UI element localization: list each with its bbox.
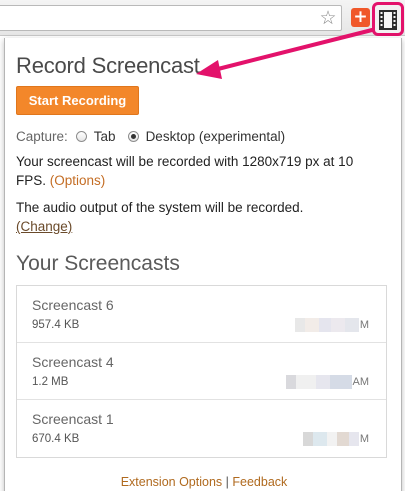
- footer-separator: |: [222, 475, 233, 489]
- capture-desktop-label[interactable]: Desktop (experimental): [146, 129, 286, 144]
- screencast-size: 957.4 KB: [32, 319, 80, 331]
- blur-block: [329, 375, 352, 389]
- audio-text: The audio output of the system will be r…: [16, 200, 304, 215]
- feedback-link[interactable]: Feedback: [232, 475, 287, 489]
- resolution-info: Your screencast will be recorded with 12…: [16, 152, 366, 190]
- screencast-timestamp-redacted: M: [269, 431, 369, 447]
- screencast-timestamp-redacted: AM: [269, 374, 369, 390]
- capture-desktop-radio[interactable]: [127, 130, 139, 142]
- blur-block: [304, 318, 319, 332]
- popup-title: Record Screencast: [16, 53, 200, 78]
- screencast-item[interactable]: Screencast 1 670.4 KB M: [17, 400, 386, 457]
- screencast-size: 1.2 MB: [32, 376, 69, 388]
- screencast-list: Screencast 6 957.4 KB M Screencast 4 1.2…: [16, 285, 387, 458]
- browser-toolbar: ☆ +: [0, 0, 405, 36]
- plus-extension-icon[interactable]: +: [351, 8, 370, 27]
- star-outline-icon[interactable]: ☆: [318, 8, 338, 28]
- timestamp-suffix: M: [359, 319, 369, 331]
- record-screencast-popup: Record Screencast Start Recording Captur…: [4, 38, 402, 491]
- address-bar[interactable]: [0, 5, 342, 31]
- popup-footer: Extension Options | Feedback: [5, 475, 403, 489]
- audio-info: The audio output of the system will be r…: [16, 198, 366, 236]
- screencast-name: Screencast 1: [32, 411, 114, 427]
- screencast-name: Screencast 6: [32, 297, 114, 313]
- blur-block: [285, 375, 296, 389]
- screencasts-heading: Your Screencasts: [16, 252, 180, 275]
- capture-tab-label[interactable]: Tab: [94, 129, 116, 144]
- screencast-timestamp-redacted: M: [269, 317, 369, 333]
- start-recording-button[interactable]: Start Recording: [16, 86, 139, 115]
- blur-block: [302, 432, 313, 446]
- capture-options: Capture: Tab Desktop (experimental): [16, 127, 297, 145]
- blur-block: [294, 318, 305, 332]
- blur-block: [348, 432, 359, 446]
- blur-block: [315, 375, 330, 389]
- screencast-size: 670.4 KB: [32, 433, 80, 445]
- capture-tab-radio[interactable]: [75, 130, 87, 142]
- blur-block: [312, 432, 327, 446]
- capture-label: Capture:: [16, 128, 68, 144]
- blur-block: [318, 318, 331, 332]
- screencast-item[interactable]: Screencast 4 1.2 MB AM: [17, 343, 386, 400]
- extension-options-link[interactable]: Extension Options: [121, 475, 222, 489]
- blur-block: [295, 375, 316, 389]
- screencast-name: Screencast 4: [32, 354, 114, 370]
- film-strip-icon: [379, 10, 397, 30]
- options-link[interactable]: (Options): [50, 173, 106, 188]
- change-link[interactable]: (Change): [16, 219, 72, 234]
- blur-block: [336, 432, 349, 446]
- blur-block: [344, 318, 359, 332]
- screencast-extension-button[interactable]: [372, 2, 404, 36]
- blur-block: [330, 318, 345, 332]
- blur-block: [326, 432, 337, 446]
- screencast-item[interactable]: Screencast 6 957.4 KB M: [17, 286, 386, 343]
- timestamp-suffix: M: [359, 433, 369, 445]
- timestamp-suffix: AM: [352, 376, 370, 388]
